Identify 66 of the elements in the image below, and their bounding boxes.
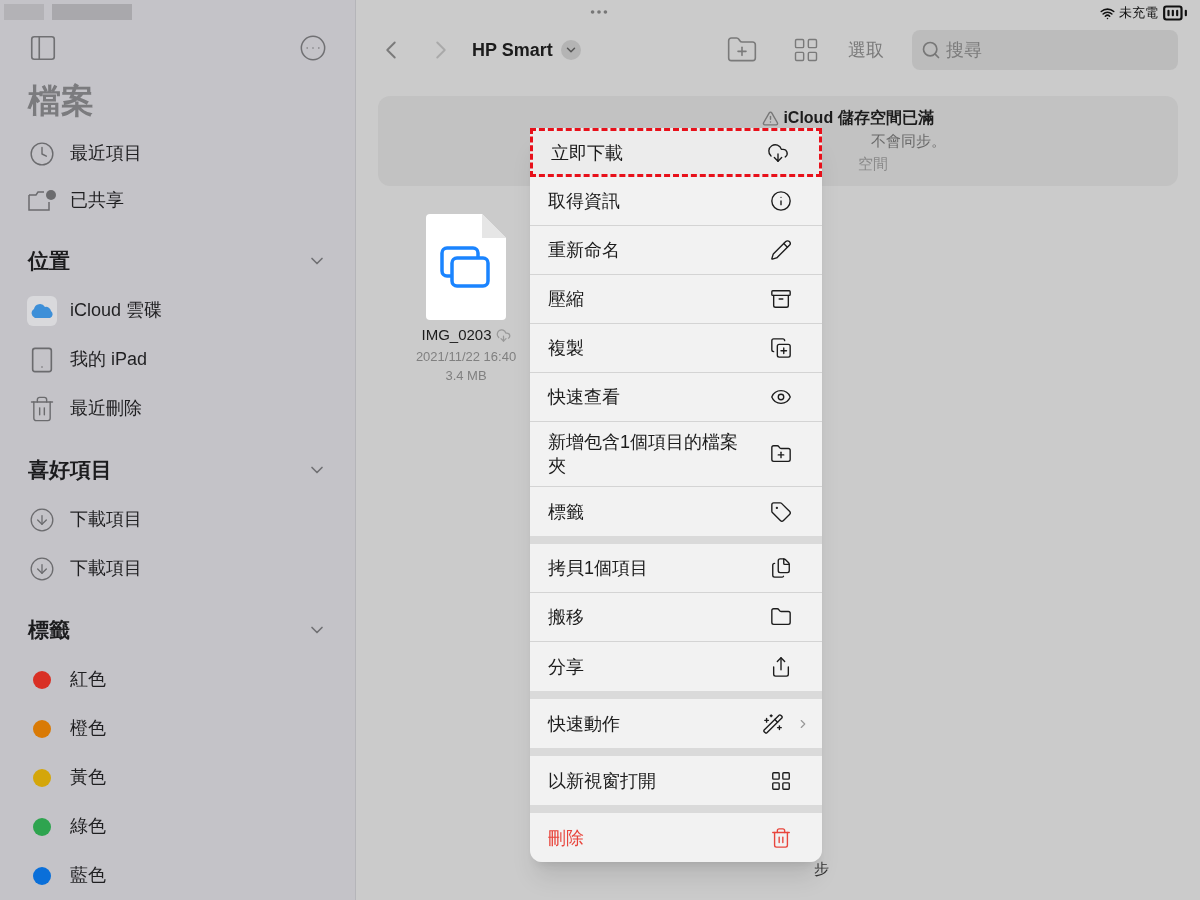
pencil-icon — [770, 239, 792, 261]
warning-icon — [762, 109, 780, 127]
trash-icon — [770, 826, 792, 849]
menu-item[interactable]: 刪除 — [530, 813, 822, 862]
banner-text: 不會同步。 — [870, 131, 946, 151]
banner-text: 空間 — [858, 153, 888, 174]
sidebar-item[interactable]: 橙色 — [0, 704, 355, 753]
more-icon[interactable] — [299, 33, 327, 62]
menu-item[interactable]: 重新命名 — [530, 226, 822, 275]
grid-view-icon[interactable] — [792, 36, 820, 64]
trash-icon — [28, 394, 56, 423]
download-icon — [29, 506, 55, 533]
sidebar-item[interactable]: 下載項目 — [0, 495, 355, 544]
folder-icon — [770, 606, 792, 628]
background-text: 步 — [814, 859, 829, 879]
sidebar-item[interactable]: iCloud 雲碟 — [0, 286, 355, 335]
clock-icon — [29, 140, 55, 167]
menu-item[interactable]: 快速動作 — [530, 699, 822, 748]
menu-item[interactable]: 快速查看 — [530, 373, 822, 422]
menu-item[interactable]: 複製 — [530, 324, 822, 373]
menu-item[interactable]: 壓縮 — [530, 275, 822, 324]
menu-item[interactable]: 拷貝1個項目 — [530, 544, 822, 593]
tag-icon — [770, 500, 792, 523]
grid-icon — [770, 769, 792, 792]
file-date: 2021/11/22 16:40 — [415, 347, 517, 366]
menu-item[interactable]: 標籤 — [530, 487, 822, 536]
banner-title: iCloud 儲存空間已滿 — [783, 108, 934, 128]
sidebar-item[interactable]: 最近項目 — [0, 130, 355, 178]
search-icon — [921, 40, 941, 60]
shared-folder-icon — [27, 188, 57, 213]
download-icon — [29, 555, 55, 582]
folder-plus-icon — [770, 443, 792, 465]
sidebar-item[interactable]: 已共享 — [0, 177, 355, 224]
sidebar-title: 檔案 — [26, 80, 95, 121]
menu-item[interactable]: 分享 — [530, 642, 822, 691]
dropdown-icon[interactable] — [560, 40, 581, 60]
sparkles-icon — [762, 712, 784, 735]
sidebar-item[interactable]: 下載項目 — [0, 544, 355, 593]
menu-item[interactable]: 取得資訊 — [530, 177, 822, 226]
folder-title: HP Smart — [472, 38, 553, 62]
info-icon — [770, 190, 792, 212]
sidebar-item[interactable]: 最近刪除 — [0, 384, 355, 433]
sidebar-item[interactable]: 我的 iPad — [0, 335, 355, 384]
icloud-icon — [27, 295, 57, 326]
battery-status: 未充電 — [1119, 4, 1158, 23]
share-icon — [770, 655, 792, 678]
menu-item[interactable]: 搬移 — [530, 593, 822, 642]
wifi-icon — [1100, 5, 1115, 21]
sidebar-item[interactable]: 黃色 — [0, 753, 355, 802]
file-name: IMG_0203 — [421, 325, 492, 345]
sidebar-item[interactable]: 藍色 — [0, 851, 355, 900]
cloud-download-icon — [767, 141, 789, 164]
archive-icon — [770, 288, 792, 310]
menu-item[interactable]: 以新視窗打開 — [530, 756, 822, 805]
section-header: 標籤 — [28, 617, 70, 644]
search-field[interactable]: 搜尋 — [912, 30, 1178, 70]
section-header: 喜好項目 — [28, 457, 112, 484]
section-header: 位置 — [28, 248, 70, 275]
duplicate-icon — [770, 337, 792, 359]
menu-item[interactable]: 新增包含1個項目的檔案夾 — [530, 422, 822, 487]
file-size: 3.4 MB — [445, 367, 487, 385]
menu-item[interactable]: 立即下載 — [530, 128, 822, 177]
document-icon — [426, 214, 506, 320]
sidebar-item[interactable]: 紅色 — [0, 655, 355, 704]
sidebar-item[interactable]: 綠色 — [0, 802, 355, 851]
documents-icon — [770, 557, 792, 579]
